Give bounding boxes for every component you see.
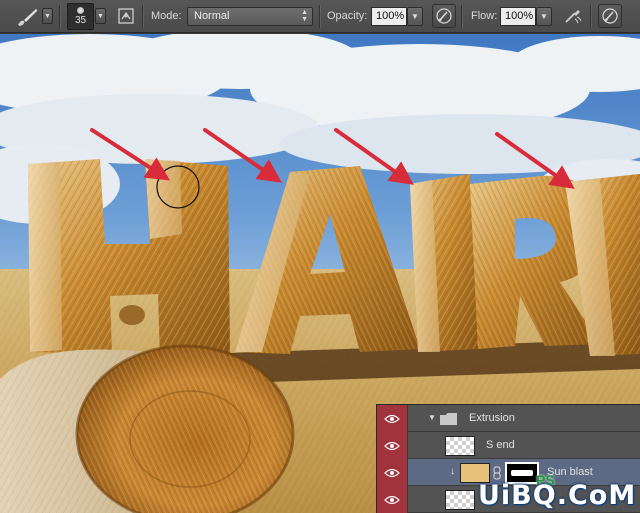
foreground-hay-bale [0, 344, 295, 513]
separator [59, 5, 60, 28]
tool-preset-dropdown[interactable]: ▼ [42, 8, 53, 24]
folder-icon [440, 413, 457, 425]
opacity-label: Opacity: [327, 10, 368, 22]
separator [590, 5, 591, 28]
visibility-eye-icon[interactable] [377, 486, 408, 513]
brush-preset-dropdown[interactable]: ▼ [95, 8, 106, 24]
opacity-input[interactable]: 100% [371, 7, 407, 26]
blend-mode-value: Normal [194, 10, 230, 22]
opacity-slider-dropdown[interactable]: ▼ [407, 7, 423, 26]
layer-group-extrusion[interactable]: ▼ Extrusion [377, 405, 640, 432]
blend-mode-select[interactable]: Normal ▲ ▼ [187, 7, 313, 26]
visibility-eye-icon[interactable] [377, 432, 408, 459]
expand-triangle-icon[interactable]: ▼ [428, 413, 436, 422]
watermark: UiBQ.CoM [478, 480, 637, 511]
brush-preset-picker[interactable]: 35 [67, 3, 94, 30]
separator [142, 5, 143, 28]
layer-name: Extrusion [469, 412, 515, 424]
layer-s-end[interactable]: S end [377, 432, 640, 459]
brush-tip-icon [77, 7, 84, 14]
pressure-size-icon[interactable] [598, 4, 622, 28]
distant-bale [119, 305, 145, 325]
visibility-eye-icon[interactable] [377, 405, 408, 432]
brush-panel-toggle-icon[interactable] [114, 4, 138, 28]
flow-slider-dropdown[interactable]: ▼ [536, 7, 552, 26]
airbrush-icon[interactable] [561, 4, 585, 28]
separator [461, 5, 462, 28]
layer-name: S end [486, 439, 515, 451]
select-arrows-icon: ▲ ▼ [301, 9, 308, 23]
layer-thumbnail [445, 490, 475, 510]
chain-link-icon[interactable] [493, 466, 501, 480]
brush-tool-icon[interactable] [14, 0, 40, 33]
clipping-arrow-icon: ↓ [450, 466, 455, 477]
flow-label: Flow: [471, 10, 498, 22]
pressure-opacity-icon[interactable] [432, 4, 456, 28]
mode-label: Mode: [151, 10, 182, 22]
layer-thumbnail [445, 436, 475, 456]
flow-input[interactable]: 100% [500, 7, 536, 26]
options-bar: ▼ 35 ▼ Mode: Normal ▲ ▼ Opacity: 100% ▼ F… [0, 0, 640, 33]
brush-size-value: 35 [74, 15, 87, 26]
separator [319, 5, 320, 28]
visibility-eye-icon[interactable] [377, 459, 408, 486]
